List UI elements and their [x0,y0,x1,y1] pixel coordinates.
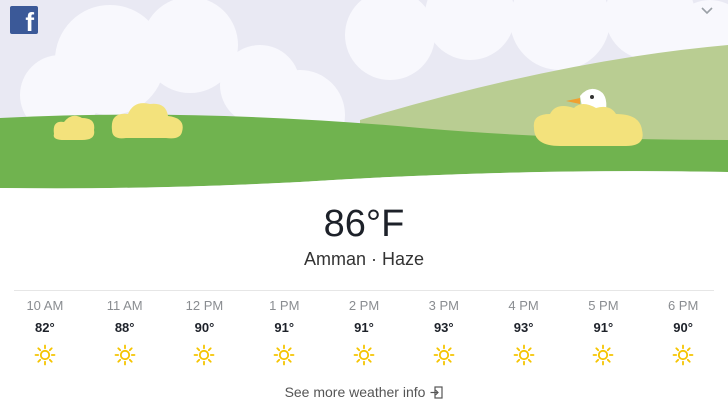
divider [14,290,714,291]
weather-illustration [0,0,728,195]
see-more-label: See more weather info [284,384,426,400]
sun-icon [592,344,614,366]
hour-forecast-item: 5 PM 91° [563,298,643,366]
hour-temperature: 90° [673,320,693,335]
hour-temperature: 91° [274,320,295,335]
hour-temperature: 88° [114,320,135,335]
hour-time: 11 AM [106,298,143,313]
hour-temperature: 93° [433,320,454,335]
hour-forecast-item: 6 PM 90° [643,298,723,366]
hour-temperature: 90° [194,320,215,335]
hour-time: 1 PM [269,298,300,313]
hour-forecast-item: 1 PM 91° [244,298,324,366]
sun-icon [194,344,215,366]
sun-icon [114,344,136,366]
hour-forecast-item: 4 PM 93° [484,298,564,366]
sun-icon [513,344,534,366]
sun-icon [672,344,694,366]
location-condition: Amman · Haze [303,249,425,269]
hour-forecast-item: 12 PM 90° [165,298,245,366]
hour-temperature: 91° [593,320,614,335]
see-more-weather-link[interactable]: See more weather info [0,383,728,400]
current-temperature: 86°F [323,203,405,245]
hourly-forecast: 10 AM 82° 11 AM 88° 12 PM 90° 1 PM 91° 2 PM 91° 3 … [5,298,723,366]
hour-time: 12 PM [185,298,224,313]
hour-forecast-item: 10 AM 82° [5,298,85,366]
hour-time: 3 PM [428,298,459,313]
hour-temperature: 93° [513,320,534,335]
hour-temperature: 82° [35,320,55,335]
open-link-icon [430,386,444,399]
hour-time: 6 PM [667,298,699,313]
hour-forecast-item: 11 AM 88° [85,298,165,366]
weather-card: f 86°F Amman · Haze 10 AM 82° 11 AM 88° 12 P… [0,0,728,400]
chevron-down-icon[interactable] [700,6,714,16]
hour-time: 4 PM [508,298,539,313]
hour-forecast-item: 2 PM 91° [324,298,404,366]
hour-temperature: 91° [354,320,374,335]
hour-forecast-item: 3 PM 93° [404,298,484,366]
hour-time: 5 PM [588,298,619,313]
facebook-icon[interactable]: f [10,6,38,34]
sun-icon [273,344,295,366]
sun-icon [34,344,56,366]
hour-time: 10 AM [26,298,64,313]
sun-icon [353,344,375,366]
hour-time: 2 PM [348,298,380,313]
sun-icon [433,344,455,366]
